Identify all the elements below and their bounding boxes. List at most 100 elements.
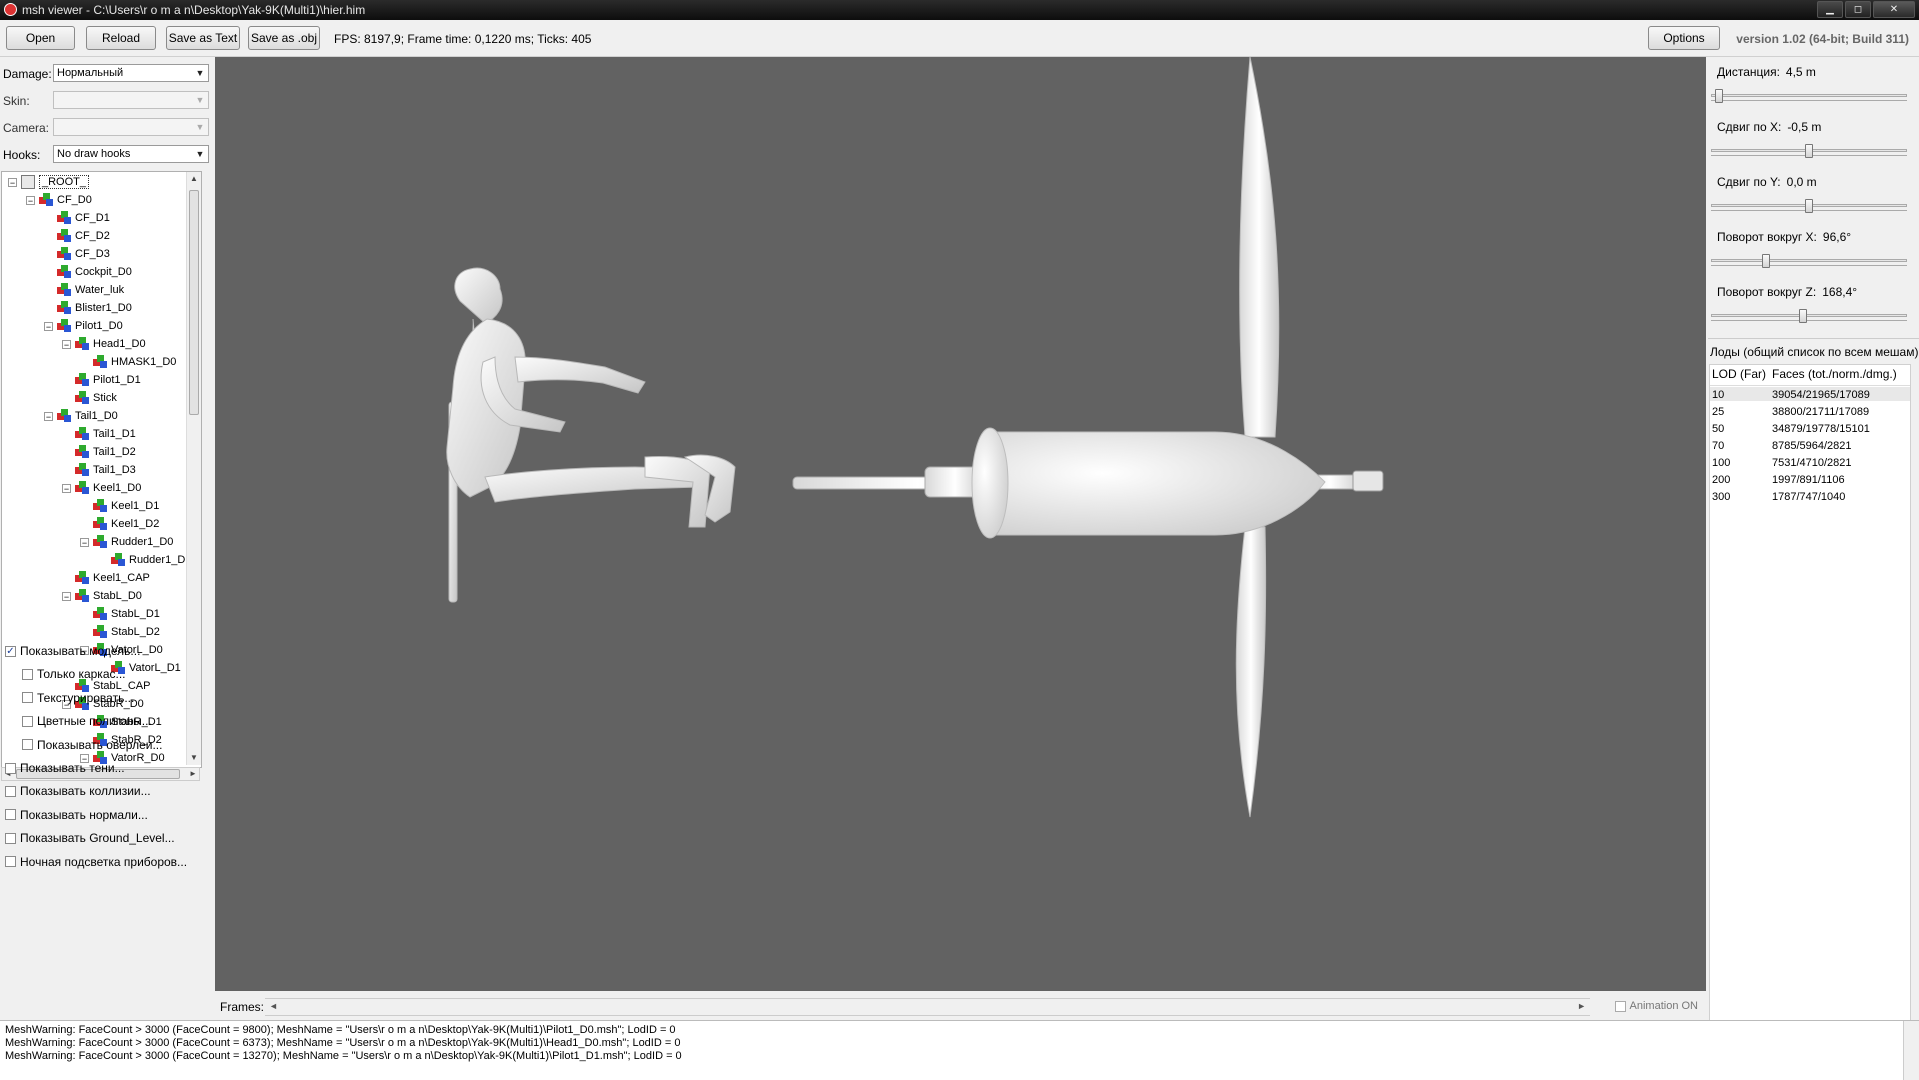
tree-node[interactable]: HMASK1_D0 xyxy=(80,354,176,370)
tree-node[interactable]: Rudder1_D1 xyxy=(98,552,191,568)
reload-button[interactable]: Reload xyxy=(86,26,156,50)
display-option[interactable]: Только каркас... xyxy=(22,667,126,681)
camera-slider[interactable] xyxy=(1711,199,1907,213)
tree-root-node[interactable]: − _ROOT_ xyxy=(8,174,90,190)
display-option[interactable]: Показывать нормали... xyxy=(5,808,148,822)
display-option[interactable]: ✓ Показывать модель... xyxy=(5,644,140,658)
camera-slider[interactable] xyxy=(1711,89,1907,103)
tree-node[interactable]: Water_luk xyxy=(44,282,124,298)
maximize-button[interactable]: ◻ xyxy=(1845,1,1871,18)
tree-node[interactable]: CF_D3 xyxy=(44,246,110,262)
display-option[interactable]: Ночная подсветка приборов... xyxy=(5,855,187,869)
save-as-text-button[interactable]: Save as Text xyxy=(166,26,240,50)
lod-row[interactable]: 25 38800/21711/17089 xyxy=(1710,404,1910,418)
right-arrow-icon[interactable]: ► xyxy=(1577,1001,1586,1011)
lod-table[interactable]: LOD (Far) Faces (tot./norm./dmg.) 10 3905… xyxy=(1709,364,1911,1066)
save-as-obj-button[interactable]: Save as .obj xyxy=(248,26,320,50)
tree-node[interactable]: − Keel1_D0 xyxy=(62,480,141,496)
collapse-toggle-icon[interactable]: − xyxy=(44,321,53,331)
close-button[interactable]: ✕ xyxy=(1873,1,1915,18)
open-button[interactable]: Open xyxy=(6,26,75,50)
tree-node[interactable]: Stick xyxy=(62,390,117,406)
skin-select[interactable]: ▼ xyxy=(53,91,209,109)
slider-handle[interactable] xyxy=(1805,199,1813,213)
lod-column-header[interactable]: LOD (Far) xyxy=(1712,367,1766,381)
tree-node[interactable]: Tail1_D1 xyxy=(62,426,136,442)
collapse-toggle-icon[interactable]: − xyxy=(44,411,53,421)
lod-row[interactable]: 100 7531/4710/2821 xyxy=(1710,455,1910,469)
lod-row[interactable]: 50 34879/19778/15101 xyxy=(1710,421,1910,435)
tree-node[interactable]: Tail1_D3 xyxy=(62,462,136,478)
slider-handle[interactable] xyxy=(1762,254,1770,268)
collapse-toggle-icon[interactable]: − xyxy=(8,177,17,187)
animation-toggle[interactable]: Animation ON xyxy=(1614,1000,1698,1012)
camera-slider[interactable] xyxy=(1711,254,1907,268)
scroll-down-icon[interactable]: ▼ xyxy=(187,751,201,765)
lod-row[interactable]: 200 1997/891/1106 xyxy=(1710,472,1910,486)
checkbox[interactable] xyxy=(5,809,16,821)
tree-node[interactable]: − CF_D0 xyxy=(26,192,92,208)
display-option[interactable]: Показывать Ground_Level... xyxy=(5,831,175,845)
tree-node[interactable]: StabL_D2 xyxy=(80,624,160,640)
frames-slider[interactable]: ◄ ► xyxy=(265,998,1590,1016)
tree-node[interactable]: − StabL_D0 xyxy=(62,588,142,604)
tree-node[interactable]: CF_D2 xyxy=(44,228,110,244)
animation-checkbox[interactable] xyxy=(1614,1000,1626,1012)
tree-node[interactable]: Keel1_D1 xyxy=(80,498,159,514)
faces-column-header[interactable]: Faces (tot./norm./dmg.) xyxy=(1772,367,1897,381)
minimize-button[interactable]: ▁ xyxy=(1817,1,1843,18)
collapse-toggle-icon[interactable]: − xyxy=(80,537,89,547)
slider-handle[interactable] xyxy=(1799,309,1807,323)
checkbox[interactable] xyxy=(5,785,16,797)
log-scrollbar[interactable] xyxy=(1903,1021,1919,1080)
checkbox[interactable] xyxy=(22,668,33,680)
checkbox-checked[interactable]: ✓ xyxy=(5,645,16,657)
display-option[interactable]: Цветные полигоны... xyxy=(22,714,152,728)
camera-slider[interactable] xyxy=(1711,309,1907,323)
collapse-toggle-icon[interactable]: − xyxy=(62,591,71,601)
tree-node[interactable]: − Tail1_D0 xyxy=(44,408,118,424)
tree-node[interactable]: Blister1_D0 xyxy=(44,300,132,316)
collapse-toggle-icon[interactable]: − xyxy=(62,483,71,493)
lod-row[interactable]: 300 1787/747/1040 xyxy=(1710,489,1910,503)
display-option[interactable]: Показывать оверлеи... xyxy=(22,738,162,752)
display-option[interactable]: Показывать коллизии... xyxy=(5,784,151,798)
tree-node[interactable]: − Pilot1_D0 xyxy=(44,318,123,334)
hooks-select[interactable]: No draw hooks ▼ xyxy=(53,145,209,163)
tree-node[interactable]: − Rudder1_D0 xyxy=(80,534,173,550)
display-option[interactable]: Показывать тени... xyxy=(5,761,125,775)
tree-node[interactable]: − Head1_D0 xyxy=(62,336,146,352)
checkbox[interactable] xyxy=(22,715,33,727)
options-button[interactable]: Options xyxy=(1648,26,1720,50)
collapse-toggle-icon[interactable]: − xyxy=(26,195,35,205)
checkbox[interactable] xyxy=(22,739,33,751)
display-option[interactable]: Текстурировать... xyxy=(22,691,134,705)
checkbox[interactable] xyxy=(5,762,16,774)
log-output[interactable]: MeshWarning: FaceCount > 3000 (FaceCount… xyxy=(0,1020,1919,1080)
root-node-icon xyxy=(21,175,35,189)
lod-row[interactable]: 10 39054/21965/17089 xyxy=(1710,387,1910,401)
checkbox[interactable] xyxy=(5,856,16,868)
checkbox[interactable] xyxy=(22,692,33,704)
left-arrow-icon[interactable]: ◄ xyxy=(269,1001,278,1011)
scroll-up-icon[interactable]: ▲ xyxy=(187,172,201,186)
slider-handle[interactable] xyxy=(1805,144,1813,158)
tree-node[interactable]: StabL_D1 xyxy=(80,606,160,622)
tree-node[interactable]: Pilot1_D1 xyxy=(62,372,141,388)
tree-node[interactable]: CF_D1 xyxy=(44,210,110,226)
tree-node[interactable]: Keel1_CAP xyxy=(62,570,150,586)
camera-select[interactable]: ▼ xyxy=(53,118,209,136)
camera-slider[interactable] xyxy=(1711,144,1907,158)
scroll-thumb[interactable] xyxy=(189,190,199,415)
collapse-toggle-icon[interactable]: − xyxy=(62,339,71,349)
slider-handle[interactable] xyxy=(1715,89,1723,103)
checkbox[interactable] xyxy=(5,832,16,844)
damage-select[interactable]: Нормальный ▼ xyxy=(53,64,209,82)
lod-row[interactable]: 70 8785/5964/2821 xyxy=(1710,438,1910,452)
scroll-right-icon[interactable]: ► xyxy=(187,768,199,780)
tree-node[interactable]: Keel1_D2 xyxy=(80,516,159,532)
3d-viewport[interactable] xyxy=(215,57,1706,991)
tree-node[interactable]: Tail1_D2 xyxy=(62,444,136,460)
tree-node[interactable]: Cockpit_D0 xyxy=(44,264,132,280)
tree-vertical-scrollbar[interactable]: ▲ ▼ xyxy=(186,172,201,765)
